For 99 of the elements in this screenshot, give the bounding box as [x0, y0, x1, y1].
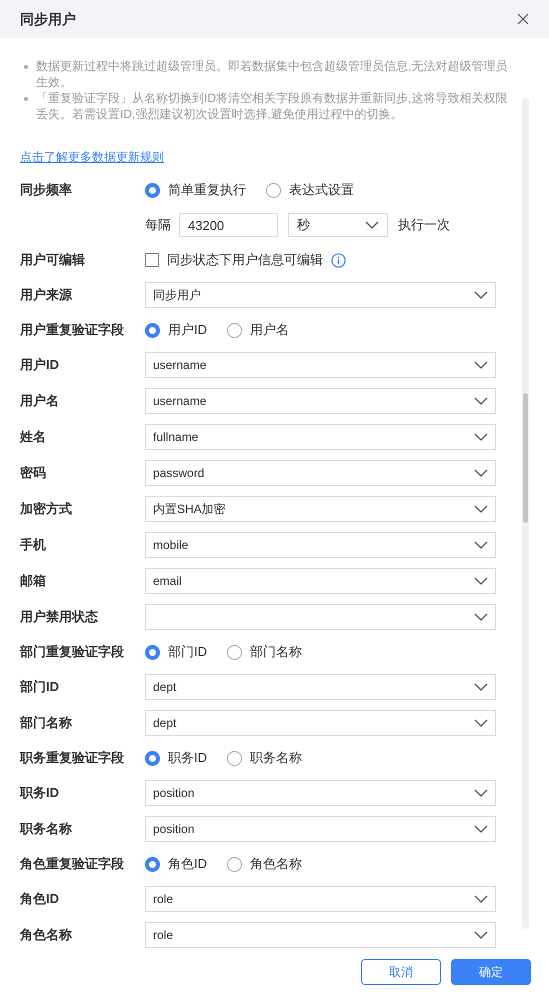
- note-text: 数据更新过程中将跳过超级管理员。即若数据集中包含超级管理员信息,无法对超级管理员生效。: [36, 58, 508, 90]
- radio-label: 简单重复执行: [168, 181, 246, 200]
- chevron-down-icon: [474, 613, 488, 621]
- select-field[interactable]: password: [145, 460, 496, 486]
- radio-label: 角色名称: [250, 855, 302, 874]
- interval-suffix: 执行一次: [398, 216, 450, 234]
- select-field[interactable]: mobile: [145, 532, 496, 558]
- select-field[interactable]: fullname: [145, 424, 496, 450]
- field-label: 部门重复验证字段: [20, 643, 125, 662]
- radio-option[interactable]: 表达式设置: [266, 180, 354, 200]
- radio-button[interactable]: [145, 750, 160, 766]
- radio-option[interactable]: 角色ID: [145, 854, 207, 874]
- field-label: 角色名称: [20, 926, 73, 944]
- chevron-down-icon: [474, 719, 488, 727]
- radio-option[interactable]: 用户名: [227, 320, 289, 340]
- chevron-down-icon: [474, 433, 488, 441]
- radio-label: 职务名称: [250, 749, 302, 768]
- radio-button[interactable]: [145, 644, 160, 660]
- radio-button[interactable]: [145, 322, 160, 338]
- field-label: 密码: [20, 464, 47, 482]
- radio-option[interactable]: 简单重复执行: [145, 180, 246, 200]
- select-field[interactable]: 内置SHA加密: [145, 496, 496, 522]
- chevron-down-icon: [474, 361, 488, 369]
- checkbox-label: 同步状态下用户信息可编辑: [167, 251, 323, 270]
- radio-label: 部门ID: [168, 643, 207, 662]
- close-icon[interactable]: [517, 13, 529, 25]
- field-label: 用户ID: [20, 356, 60, 374]
- radio-option[interactable]: 用户ID: [145, 320, 207, 340]
- select-field[interactable]: role: [145, 922, 496, 948]
- select-field[interactable]: position: [145, 780, 496, 806]
- bullet-icon: [24, 97, 28, 101]
- field-label: 职务名称: [20, 820, 73, 838]
- chevron-down-icon: [365, 221, 379, 229]
- chevron-down-icon: [474, 291, 488, 299]
- chevron-down-icon: [474, 825, 488, 833]
- note-text: 「重复验证字段」从名称切换到ID将清空相关字段原有数据并重新同步,这将导致相关权限丢失。若需设置ID,强烈建议初次设置时选择,避免使用过程中的切换。: [36, 90, 508, 122]
- radio-button[interactable]: [145, 182, 160, 198]
- chevron-down-icon: [474, 577, 488, 585]
- interval-prefix: 每隔: [145, 216, 171, 234]
- chevron-down-icon: [474, 469, 488, 477]
- scrollbar[interactable]: [522, 98, 529, 929]
- select-field[interactable]: dept: [145, 674, 496, 700]
- field-label: 加密方式: [20, 500, 73, 518]
- select-field[interactable]: dept: [145, 710, 496, 736]
- field-label: 邮箱: [20, 572, 47, 590]
- bullet-icon: [24, 65, 28, 69]
- cancel-button[interactable]: 取消: [361, 959, 441, 985]
- field-label: 同步频率: [20, 181, 73, 200]
- radio-option[interactable]: 职务名称: [227, 748, 302, 768]
- radio-button[interactable]: [227, 644, 242, 660]
- confirm-button[interactable]: 确定: [451, 959, 531, 985]
- radio-label: 用户ID: [168, 321, 207, 340]
- field-label: 手机: [20, 536, 47, 554]
- field-label: 部门ID: [20, 678, 60, 696]
- dialog-title: 同步用户: [20, 10, 76, 28]
- field-label: 用户禁用状态: [20, 608, 99, 626]
- field-label: 职务重复验证字段: [20, 749, 125, 768]
- chevron-down-icon: [474, 505, 488, 513]
- chevron-down-icon: [474, 931, 488, 939]
- radio-option[interactable]: 部门名称: [227, 642, 302, 662]
- select-field[interactable]: email: [145, 568, 496, 594]
- info-icon[interactable]: [331, 252, 346, 268]
- radio-button[interactable]: [145, 856, 160, 872]
- radio-option[interactable]: 部门ID: [145, 642, 207, 662]
- chevron-down-icon: [474, 397, 488, 405]
- chevron-down-icon: [474, 541, 488, 549]
- field-label: 用户重复验证字段: [20, 321, 125, 340]
- select-field[interactable]: [145, 604, 496, 630]
- field-label: 用户可编辑: [20, 251, 86, 270]
- field-label: 角色ID: [20, 890, 60, 908]
- radio-label: 职务ID: [168, 749, 207, 768]
- field-label: 用户来源: [20, 286, 74, 304]
- field-label: 部门名称: [20, 714, 73, 732]
- chevron-down-icon: [474, 895, 488, 903]
- radio-button[interactable]: [227, 856, 242, 872]
- radio-button[interactable]: [227, 750, 242, 766]
- interval-input[interactable]: 43200: [179, 213, 278, 237]
- radio-label: 部门名称: [250, 643, 302, 662]
- radio-option[interactable]: 角色名称: [227, 854, 302, 874]
- select-field[interactable]: username: [145, 388, 496, 414]
- chevron-down-icon: [474, 789, 488, 797]
- unit-select[interactable]: 秒: [288, 213, 388, 237]
- radio-button[interactable]: [266, 182, 281, 198]
- field-label: 角色重复验证字段: [20, 855, 125, 874]
- select-field[interactable]: position: [145, 816, 496, 842]
- rules-link[interactable]: 点击了解更多数据更新规则: [20, 150, 164, 164]
- field-label: 职务ID: [20, 784, 60, 802]
- select-field[interactable]: 同步用户: [145, 282, 496, 308]
- checkbox[interactable]: [145, 253, 159, 267]
- chevron-down-icon: [474, 683, 488, 691]
- field-label: 姓名: [20, 428, 47, 446]
- select-field[interactable]: role: [145, 886, 496, 912]
- radio-label: 角色ID: [168, 855, 207, 874]
- radio-option[interactable]: 职务ID: [145, 748, 207, 768]
- field-label: 用户名: [20, 392, 60, 410]
- select-field[interactable]: username: [145, 352, 496, 378]
- radio-label: 用户名: [250, 321, 289, 340]
- radio-button[interactable]: [227, 322, 242, 338]
- radio-label: 表达式设置: [289, 181, 354, 200]
